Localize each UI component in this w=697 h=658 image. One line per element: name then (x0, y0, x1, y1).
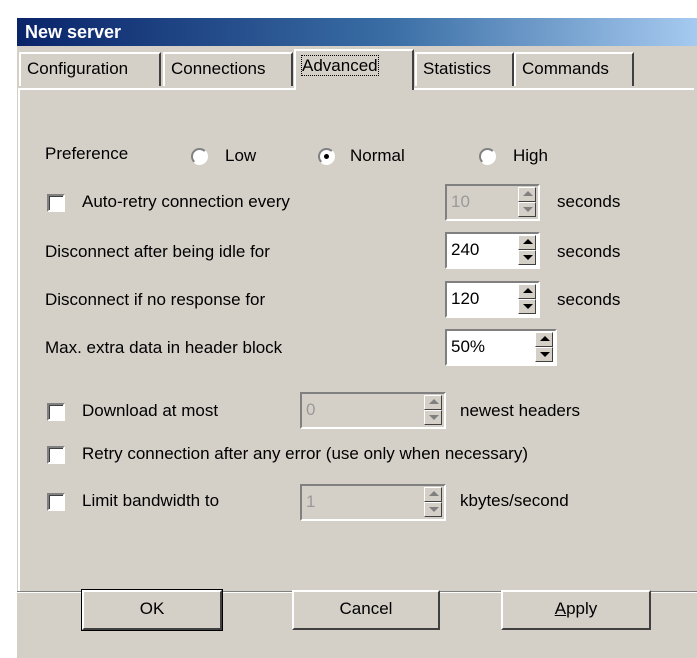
download-most-spinner[interactable]: 0 (300, 392, 446, 429)
idle-disconnect-spinner[interactable]: 240 (445, 232, 540, 269)
arrow-up-icon (429, 491, 439, 496)
radio-selected-dot (324, 154, 329, 159)
preference-low-label[interactable]: Low (225, 146, 256, 166)
no-response-spinner[interactable]: 120 (445, 281, 540, 318)
spin-down-button[interactable] (518, 202, 536, 217)
arrow-up-icon (523, 239, 533, 244)
max-extra-label: Max. extra data in header block (45, 338, 283, 357)
limit-bandwidth-checkbox[interactable] (47, 493, 65, 511)
arrow-down-icon (429, 415, 439, 420)
limit-bandwidth-label[interactable]: Limit bandwidth to (82, 491, 219, 511)
tab-advanced[interactable]: Advanced (294, 49, 414, 90)
arrow-up-icon (429, 399, 439, 404)
apply-button[interactable]: Apply (501, 590, 651, 630)
spin-up-button[interactable] (518, 235, 536, 250)
auto-retry-unit: seconds (557, 192, 621, 211)
preference-normal-radio[interactable] (318, 148, 335, 165)
idle-disconnect-value: 240 (451, 240, 480, 259)
arrow-up-icon (540, 336, 550, 341)
spin-down-button[interactable] (518, 250, 536, 265)
idle-disconnect-spin-buttons[interactable] (518, 235, 536, 266)
ok-button[interactable]: OK (81, 589, 223, 631)
preference-high-radio[interactable] (479, 148, 496, 165)
auto-retry-checkbox[interactable] (47, 194, 65, 212)
spin-down-button[interactable] (535, 347, 553, 362)
spin-up-button[interactable] (535, 332, 553, 347)
download-most-checkbox[interactable] (47, 403, 65, 421)
max-extra-value: 50% (451, 337, 486, 356)
dialog-window: New server Configuration Connections Adv… (17, 18, 697, 658)
auto-retry-value: 10 (451, 192, 470, 211)
max-extra-spin-buttons[interactable] (535, 332, 553, 363)
cancel-button[interactable]: Cancel (292, 590, 440, 630)
no-response-unit: seconds (557, 290, 621, 309)
arrow-down-icon (540, 352, 550, 357)
tab-connections[interactable]: Connections (163, 52, 293, 86)
auto-retry-label[interactable]: Auto-retry connection every (82, 192, 290, 212)
no-response-spin-buttons[interactable] (518, 284, 536, 315)
arrow-down-icon (523, 304, 533, 309)
preference-high-label[interactable]: High (513, 146, 548, 166)
tab-statistics[interactable]: Statistics (415, 52, 514, 86)
spin-up-button[interactable] (424, 395, 442, 410)
arrow-down-icon (429, 507, 439, 512)
no-response-value: 120 (451, 289, 480, 308)
arrow-up-icon (523, 191, 533, 196)
preference-low-radio[interactable] (191, 148, 208, 165)
spin-down-button[interactable] (518, 299, 536, 314)
apply-mnemonic: A (554, 599, 567, 618)
preference-normal-label[interactable]: Normal (350, 146, 405, 166)
download-most-value: 0 (306, 400, 316, 419)
spin-up-button[interactable] (518, 187, 536, 202)
limit-bandwidth-value: 1 (306, 492, 316, 511)
arrow-down-icon (523, 255, 533, 260)
spin-up-button[interactable] (518, 284, 536, 299)
title-bar[interactable]: New server (17, 18, 697, 46)
max-extra-spinner[interactable]: 50% (445, 329, 557, 366)
spin-down-button[interactable] (424, 502, 442, 517)
idle-disconnect-label: Disconnect after being idle for (45, 242, 270, 261)
download-most-unit: newest headers (460, 401, 581, 420)
tab-commands[interactable]: Commands (514, 52, 634, 86)
arrow-up-icon (523, 288, 533, 293)
download-most-label[interactable]: Download at most (82, 401, 218, 421)
retry-any-error-checkbox[interactable] (47, 446, 65, 464)
limit-bandwidth-spin-buttons[interactable] (424, 487, 442, 518)
spin-down-button[interactable] (424, 410, 442, 425)
limit-bandwidth-unit: kbytes/second (460, 491, 569, 510)
window-title: New server (25, 22, 122, 42)
auto-retry-spinner[interactable]: 10 (445, 184, 540, 221)
limit-bandwidth-spinner[interactable]: 1 (300, 484, 446, 521)
preference-label: Preference (45, 144, 129, 163)
download-most-spin-buttons[interactable] (424, 395, 442, 426)
tab-configuration[interactable]: Configuration (19, 52, 161, 86)
retry-any-error-label[interactable]: Retry connection after any error (use on… (82, 444, 528, 464)
spin-up-button[interactable] (424, 487, 442, 502)
no-response-label: Disconnect if no response for (45, 290, 266, 309)
apply-label-rest: pply (566, 599, 598, 618)
idle-disconnect-unit: seconds (557, 242, 621, 261)
auto-retry-spin-buttons[interactable] (518, 187, 536, 218)
arrow-down-icon (523, 207, 533, 212)
